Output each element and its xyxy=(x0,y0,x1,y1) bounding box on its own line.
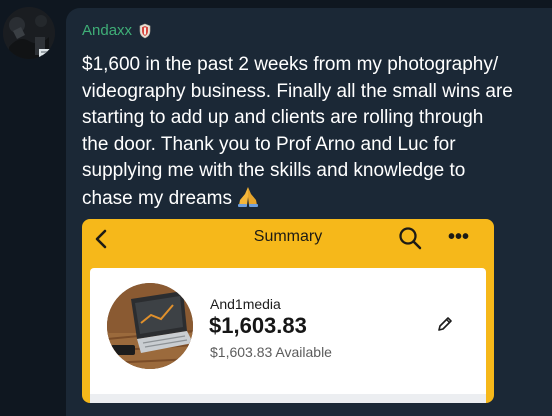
message-line: supplying me with the skills and knowled… xyxy=(82,160,466,181)
more-options-icon[interactable]: ••• xyxy=(448,227,476,249)
message-line-last: chase my dreams xyxy=(82,185,542,213)
account-name: And1media xyxy=(210,296,281,312)
message-line: starting to add up and clients are rolli… xyxy=(82,107,484,128)
app-header: Summary ••• xyxy=(82,219,494,259)
avatar-image xyxy=(3,7,55,59)
app-title: Summary xyxy=(253,228,323,245)
card-divider xyxy=(90,394,486,403)
message-line: videography business. Finally all the sm… xyxy=(82,80,513,102)
message-text: $1,600 in the past 2 weeks from my photo… xyxy=(82,52,542,212)
author-name[interactable]: Andaxx xyxy=(82,22,132,39)
search-icon[interactable] xyxy=(396,224,424,252)
account-card[interactable]: And1media $1,603.83 $1,603.83 Available xyxy=(90,268,486,403)
account-thumbnail xyxy=(107,283,193,369)
message-line: chase my dreams xyxy=(82,187,232,209)
avatar[interactable] xyxy=(3,7,55,59)
edit-pencil-icon[interactable] xyxy=(436,315,454,333)
message-author[interactable]: Andaxx xyxy=(82,22,151,39)
attached-screenshot[interactable]: Summary ••• And1media $1,603.83 $1,603.8… xyxy=(82,219,494,403)
shield-badge-icon xyxy=(139,23,151,38)
message-line: the door. Thank you to Prof Arno and Luc… xyxy=(82,133,456,155)
available-balance: $1,603.83 Available xyxy=(210,344,332,360)
laptop-photo-icon xyxy=(107,283,193,369)
folded-hands-emoji-icon xyxy=(237,186,258,207)
message-line: $1,600 in the past 2 weeks from my photo… xyxy=(82,54,499,75)
account-balance: $1,603.83 xyxy=(209,313,307,338)
